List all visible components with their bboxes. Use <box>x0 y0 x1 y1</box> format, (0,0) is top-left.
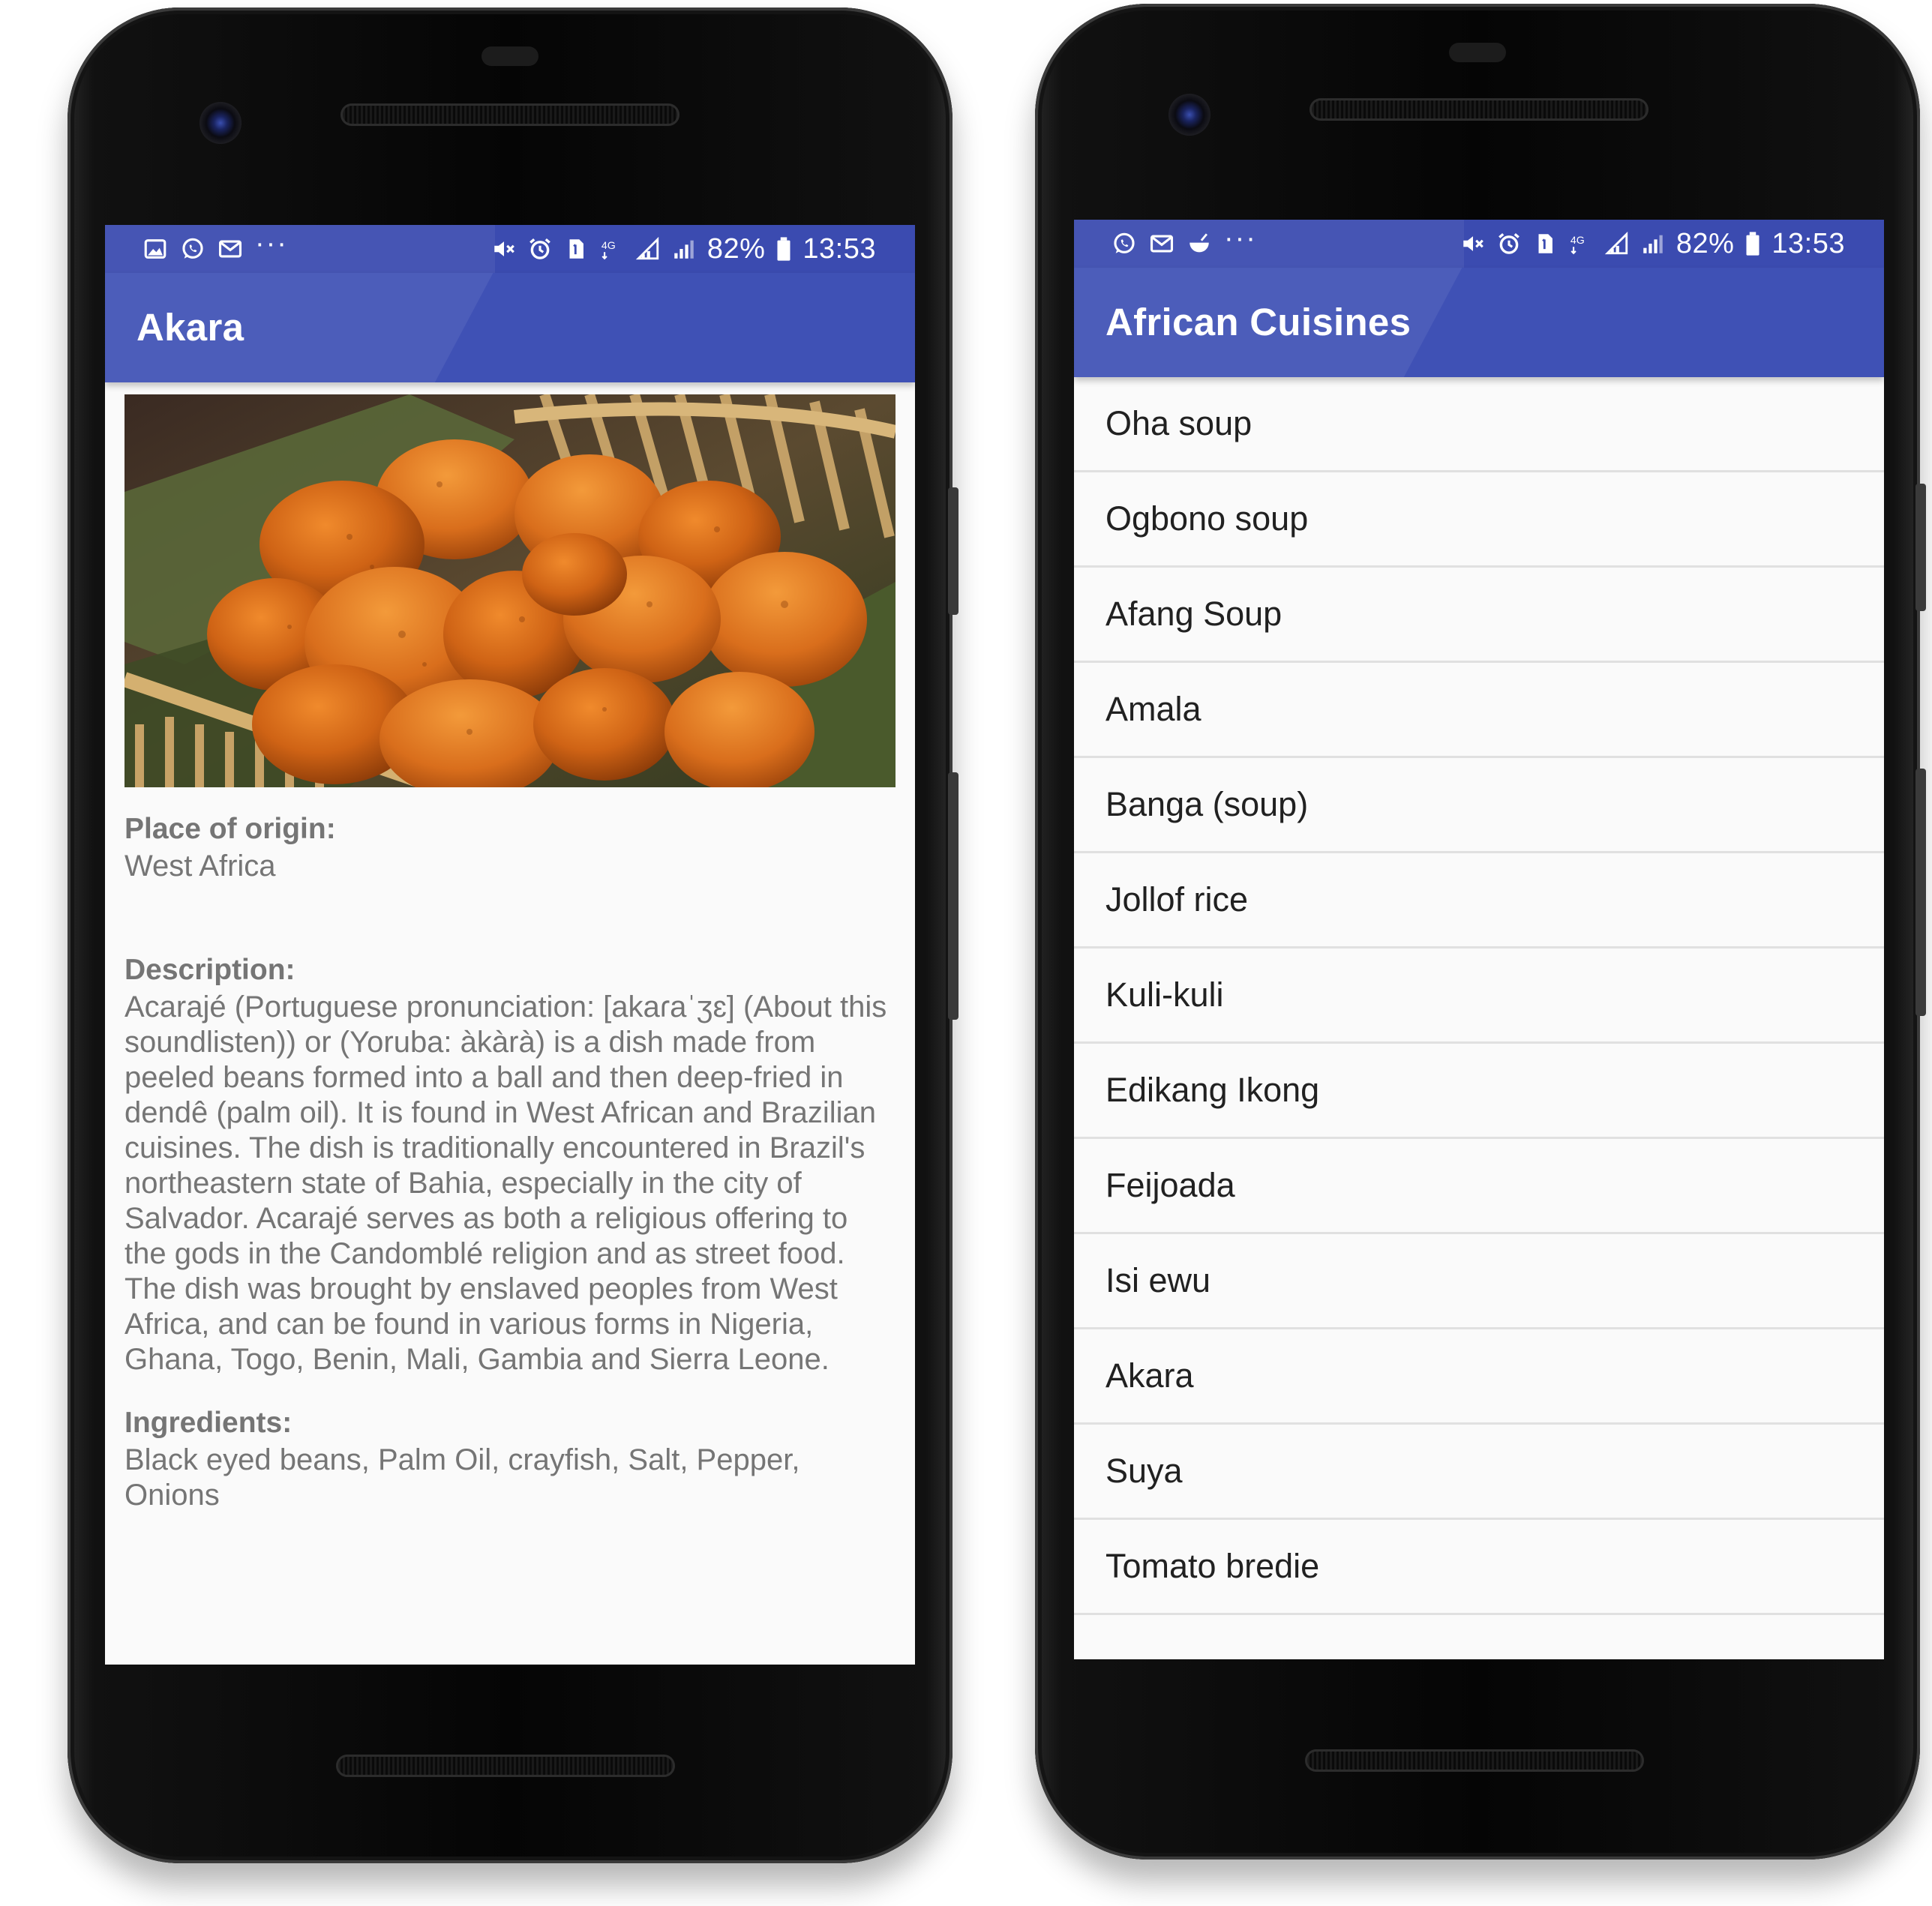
email-icon <box>1149 231 1174 256</box>
bottom-speaker <box>336 1755 675 1777</box>
battery-icon <box>776 236 792 262</box>
list-item-tomato-bredie[interactable]: Tomato bredie <box>1074 1520 1884 1615</box>
more-notifications-icon: ··· <box>1224 223 1257 254</box>
signal-icon <box>635 236 661 262</box>
status-bar: ··· 4G 82% 13:53 <box>1074 220 1884 268</box>
detail-screen: ··· 4G 82% 13:53 Akara Place of origin: … <box>105 225 915 1665</box>
front-camera <box>1168 94 1210 136</box>
alarm-icon <box>1496 231 1522 256</box>
sim-icon <box>563 236 589 262</box>
list-item-amala[interactable]: Amala <box>1074 663 1884 758</box>
earpiece-speaker <box>1310 98 1648 121</box>
list-item-akara[interactable]: Akara <box>1074 1329 1884 1425</box>
svg-text:4G: 4G <box>1570 235 1585 247</box>
page-title: African Cuisines <box>1106 301 1412 343</box>
app-bar: African Cuisines <box>1074 268 1884 377</box>
signal-icon <box>1604 231 1630 256</box>
list-item-banga-soup[interactable]: Banga (soup) <box>1074 758 1884 853</box>
list-item-isi-ewu[interactable]: Isi ewu <box>1074 1234 1884 1329</box>
list-item-afang-soup[interactable]: Afang Soup <box>1074 568 1884 663</box>
gallery-icon <box>142 236 168 262</box>
network-4g-icon: 4G <box>1568 231 1594 256</box>
cuisine-list: Oha soup Ogbono soup Afang Soup Amala Ba… <box>1074 377 1884 1615</box>
ingredients-value: Black eyed beans, Palm Oil, crayfish, Sa… <box>124 1443 800 1512</box>
earpiece-speaker <box>340 103 680 126</box>
list-screen: ··· 4G 82% 13:53 African Cuisines Oha so… <box>1074 220 1884 1659</box>
whatsapp-icon <box>180 236 206 262</box>
alarm-icon <box>527 236 553 262</box>
list-item-edikang-ikong[interactable]: Edikang Ikong <box>1074 1044 1884 1139</box>
list-item-kuli-kuli[interactable]: Kuli-kuli <box>1074 949 1884 1044</box>
battery-icon <box>1744 231 1761 256</box>
list-item-ogbono-soup[interactable]: Ogbono soup <box>1074 472 1884 568</box>
svg-text:4G: 4G <box>602 240 616 252</box>
list-item-feijoada[interactable]: Feijoada <box>1074 1139 1884 1234</box>
status-bar: ··· 4G 82% 13:53 <box>105 225 915 273</box>
front-camera <box>200 102 242 144</box>
bottom-speaker <box>1305 1749 1644 1772</box>
volume-rocker <box>1916 769 1926 1016</box>
sim-icon <box>1532 231 1558 256</box>
proximity-sensor <box>1449 43 1506 62</box>
status-time: 13:53 <box>1772 227 1845 259</box>
mute-icon <box>1460 231 1486 256</box>
email-icon <box>218 236 243 262</box>
list-item-oha-soup[interactable]: Oha soup <box>1074 377 1884 472</box>
list-item-suya[interactable]: Suya <box>1074 1425 1884 1520</box>
page-title: Akara <box>136 306 244 349</box>
description-label: Description: <box>124 954 296 986</box>
volume-rocker <box>948 772 958 1020</box>
signal-bars-icon <box>671 236 697 262</box>
description-value: Acarajé (Portuguese pronunciation: [akaɾ… <box>124 990 887 1376</box>
food-bowl-icon <box>1186 231 1212 256</box>
signal-bars-icon <box>1640 231 1666 256</box>
mute-icon <box>491 236 517 262</box>
place-of-origin-label: Place of origin: <box>124 813 336 845</box>
battery-percent: 82% <box>706 232 766 265</box>
proximity-sensor <box>482 46 538 66</box>
battery-percent: 82% <box>1676 227 1735 259</box>
app-bar: Akara <box>105 273 915 382</box>
list-item-jollof-rice[interactable]: Jollof rice <box>1074 853 1884 949</box>
network-4g-icon: 4G <box>599 236 625 262</box>
place-of-origin-value: West Africa <box>124 850 276 883</box>
akara-food-photo <box>124 394 896 787</box>
power-button <box>1916 484 1926 611</box>
more-notifications-icon: ··· <box>255 228 288 259</box>
power-button <box>948 487 958 615</box>
detail-content: Place of origin: West Africa Description… <box>105 382 915 1665</box>
status-time: 13:53 <box>802 232 876 265</box>
ingredients-label: Ingredients: <box>124 1407 292 1439</box>
whatsapp-icon <box>1112 231 1137 256</box>
